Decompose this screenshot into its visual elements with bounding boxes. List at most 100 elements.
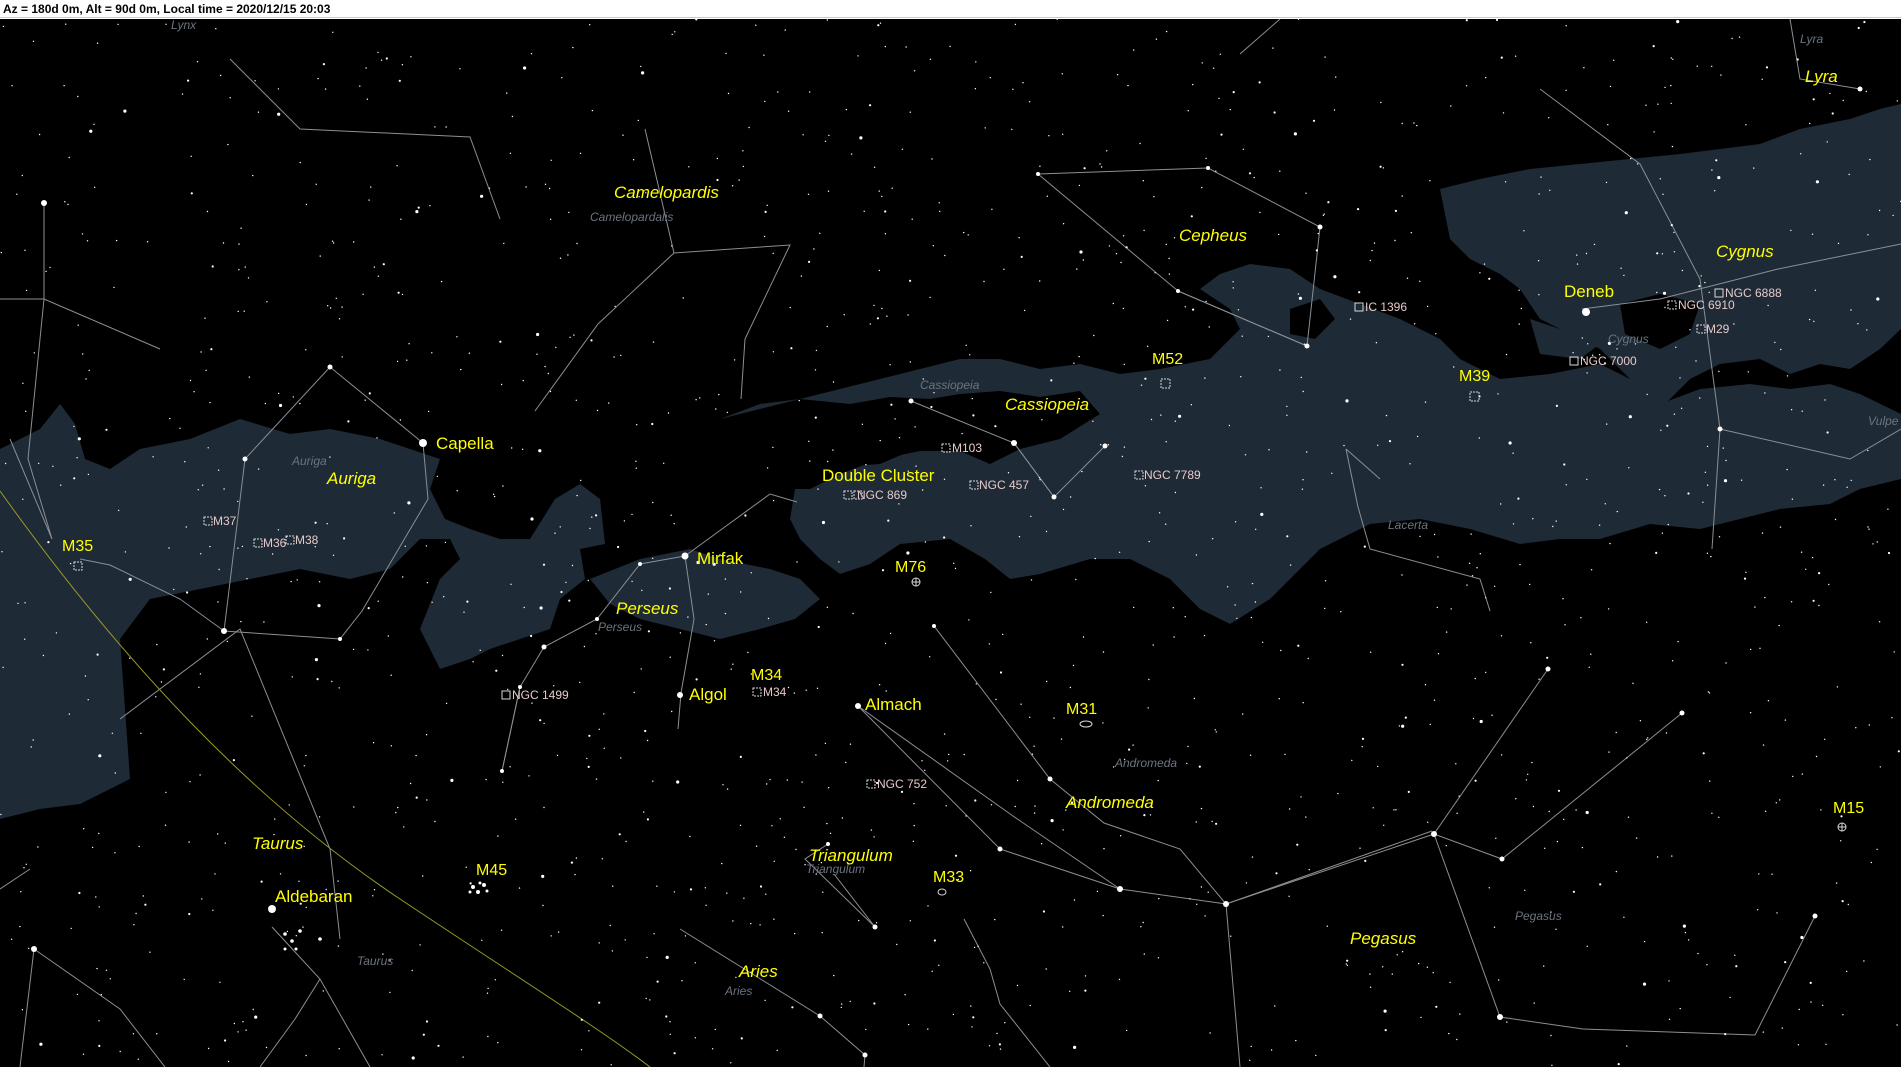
field-star xyxy=(278,403,283,408)
field-star xyxy=(1790,229,1792,232)
field-star xyxy=(1401,663,1404,666)
field-star xyxy=(913,803,915,805)
field-star xyxy=(1072,664,1075,667)
field-star xyxy=(1866,329,1868,331)
field-star xyxy=(721,862,723,865)
field-star xyxy=(608,402,610,404)
field-star xyxy=(838,561,840,563)
field-star xyxy=(1470,533,1472,535)
field-star xyxy=(1165,523,1167,525)
field-star xyxy=(611,950,614,952)
field-star xyxy=(523,66,527,70)
field-star xyxy=(850,153,853,155)
field-star xyxy=(377,51,379,54)
field-star xyxy=(317,604,321,608)
field-star xyxy=(382,263,385,266)
field-star xyxy=(724,612,727,615)
field-star xyxy=(539,719,542,722)
field-star xyxy=(1878,621,1881,623)
field-star xyxy=(954,854,958,857)
field-star xyxy=(682,297,684,299)
ic-1396-dso-label: IC 1396 xyxy=(1365,300,1407,314)
field-star xyxy=(89,129,93,133)
field-star xyxy=(1102,651,1105,653)
field-star xyxy=(1241,335,1243,337)
field-star xyxy=(1029,1004,1031,1007)
field-star xyxy=(1711,169,1713,171)
field-star xyxy=(759,885,763,888)
field-star xyxy=(292,396,294,398)
m34-small-dso-label: M34 xyxy=(763,685,787,699)
field-star xyxy=(39,1042,43,1046)
field-star xyxy=(1679,377,1681,379)
field-star xyxy=(404,545,406,547)
field-star xyxy=(711,1048,714,1050)
field-star xyxy=(555,346,557,349)
field-star xyxy=(887,519,890,522)
field-star xyxy=(620,757,622,759)
field-star xyxy=(443,596,445,598)
field-star xyxy=(94,186,96,188)
field-star xyxy=(1033,812,1036,814)
field-star xyxy=(224,1039,227,1042)
field-star xyxy=(1307,657,1309,660)
field-star xyxy=(1656,291,1658,294)
field-star xyxy=(1107,444,1110,446)
field-star xyxy=(598,942,600,944)
andromeda-label: Andromeda xyxy=(1065,793,1154,812)
field-star xyxy=(1523,230,1525,232)
field-star xyxy=(24,249,26,251)
field-star xyxy=(1323,213,1325,215)
field-star xyxy=(735,976,737,979)
field-star xyxy=(88,369,90,372)
sky-chart[interactable]: Lynx Camelopardalis Lyra Cygnus Cassiope… xyxy=(0,19,1901,1067)
field-star xyxy=(1680,407,1683,409)
field-star xyxy=(849,743,852,745)
field-star xyxy=(1073,1045,1077,1049)
m52-label: M52 xyxy=(1152,351,1183,368)
field-star xyxy=(499,340,502,343)
field-star xyxy=(329,456,331,458)
field-star xyxy=(440,280,443,283)
field-star xyxy=(1369,259,1372,262)
field-star xyxy=(128,577,132,581)
field-star xyxy=(64,201,66,203)
field-star xyxy=(996,1032,998,1035)
field-star xyxy=(431,352,433,354)
field-star xyxy=(598,1001,601,1004)
field-star xyxy=(1671,660,1674,662)
field-star xyxy=(1083,167,1086,170)
field-star xyxy=(402,576,404,578)
field-star xyxy=(10,938,13,940)
field-star xyxy=(1205,300,1207,303)
field-star xyxy=(1585,810,1589,815)
field-star xyxy=(576,494,578,497)
m45-label: M45 xyxy=(476,862,507,879)
field-star xyxy=(1495,837,1497,839)
field-star xyxy=(840,1006,842,1009)
field-star xyxy=(1724,1033,1727,1036)
field-star xyxy=(1118,978,1121,981)
field-star xyxy=(295,935,297,937)
sky-map[interactable]: Lynx Camelopardalis Lyra Cygnus Cassiope… xyxy=(0,19,1901,1067)
field-star xyxy=(1835,882,1838,884)
field-star xyxy=(970,1005,972,1007)
m38-dso-label: M38 xyxy=(295,533,319,547)
field-star xyxy=(1764,392,1766,394)
field-star xyxy=(1361,737,1365,741)
field-star xyxy=(588,1030,590,1032)
field-star xyxy=(528,775,530,777)
field-star xyxy=(227,1060,230,1063)
field-star xyxy=(974,88,977,90)
field-star xyxy=(1165,441,1167,443)
field-star xyxy=(1892,214,1894,217)
field-star xyxy=(1407,790,1410,794)
field-star xyxy=(603,747,605,749)
field-star xyxy=(133,924,135,926)
field-star xyxy=(695,678,698,681)
field-star xyxy=(556,754,559,757)
field-star xyxy=(911,218,913,220)
field-star xyxy=(547,372,549,375)
field-star xyxy=(1750,648,1752,651)
field-star xyxy=(999,1048,1002,1050)
